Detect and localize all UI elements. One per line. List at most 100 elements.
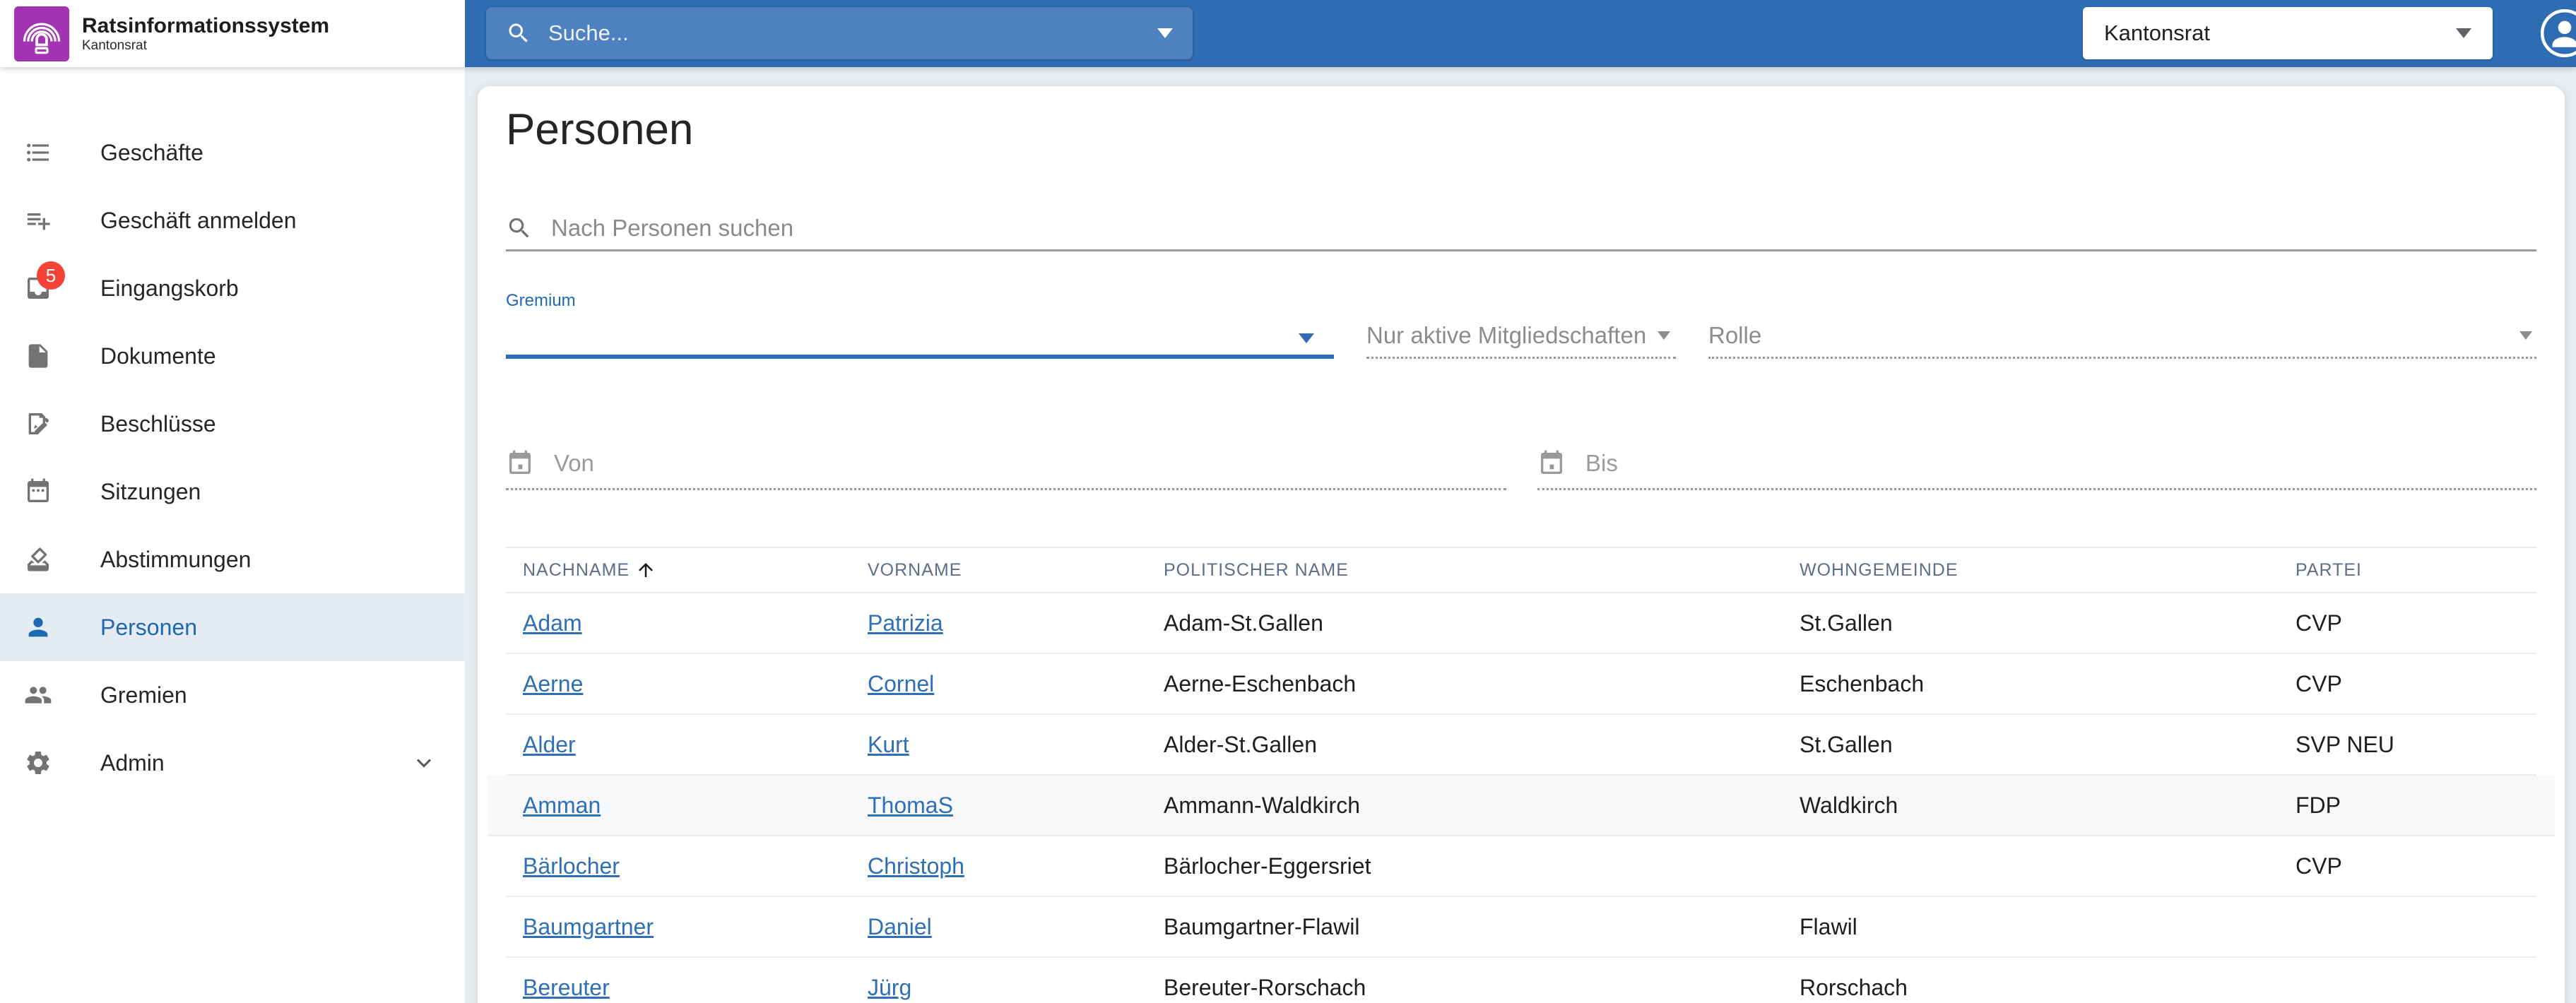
person-search-field[interactable]: [506, 206, 2536, 251]
person-firstname-link[interactable]: Patrizia: [868, 610, 943, 636]
column-header-vorname[interactable]: VORNAME: [851, 560, 1147, 581]
municipality-cell: Flawil: [1783, 914, 2279, 940]
person-firstname-link[interactable]: Kurt: [868, 732, 909, 757]
user-avatar[interactable]: [2539, 8, 2576, 59]
table-row-highlighted: Amman ThomaS Ammann-Waldkirch Waldkirch …: [488, 776, 2555, 836]
sidebar-item-dokumente[interactable]: Dokumente: [0, 322, 465, 390]
list-icon: [24, 138, 52, 167]
date-to-input[interactable]: [1584, 449, 2536, 477]
global-search[interactable]: [486, 7, 1193, 59]
search-icon: [506, 20, 531, 46]
table-header-row: NACHNAME VORNAME POLITISCHER NAME WOHNGE…: [506, 547, 2536, 593]
sidebar-item-personen[interactable]: Personen: [0, 593, 465, 661]
table-row: Bärlocher Christoph Bärlocher-Eggersriet…: [506, 836, 2536, 897]
political-name-cell: Alder-St.Gallen: [1147, 732, 1783, 758]
person-search-input[interactable]: [550, 214, 2536, 242]
active-memberships-select[interactable]: Nur aktive Mitgliedschaften: [1366, 314, 1676, 359]
municipality-cell: Waldkirch: [1783, 793, 2279, 819]
sidebar-item-label: Geschäft anmelden: [100, 208, 297, 234]
document-icon: [24, 342, 52, 370]
decision-note-icon: [24, 410, 52, 438]
gremium-select[interactable]: [506, 318, 1334, 359]
sidebar-item-abstimmungen[interactable]: Abstimmungen: [0, 526, 465, 593]
main-content-card: Personen Gremium Nur aktive Mitgliedscha…: [478, 86, 2565, 1003]
sidebar-item-sitzungen[interactable]: Sitzungen: [0, 458, 465, 526]
search-icon: [506, 215, 533, 242]
sidebar-item-beschluesse[interactable]: Beschlüsse: [0, 390, 465, 458]
council-context-select[interactable]: Kantonsrat: [2083, 7, 2493, 59]
sidebar-item-label: Sitzungen: [100, 479, 201, 505]
sidebar-item-geschaefte[interactable]: Geschäfte: [0, 119, 465, 186]
search-scope-caret-icon[interactable]: [1157, 28, 1173, 38]
sidebar-item-label: Personen: [100, 615, 197, 641]
sidebar-item-label: Abstimmungen: [100, 547, 251, 573]
sidebar-item-admin[interactable]: Admin: [0, 729, 465, 797]
date-from-field[interactable]: [506, 438, 1506, 490]
column-header-politischer-name[interactable]: POLITISCHER NAME: [1147, 560, 1783, 581]
sort-ascending-icon: [635, 559, 656, 581]
person-lastname-link[interactable]: Adam: [523, 610, 582, 636]
chevron-down-icon: [1299, 333, 1314, 343]
sidebar-item-gremien[interactable]: Gremien: [0, 661, 465, 729]
person-lastname-link[interactable]: Aerne: [523, 671, 583, 696]
person-firstname-link[interactable]: Cornel: [868, 671, 934, 696]
ballot-icon: [24, 545, 52, 574]
party-cell: CVP: [2279, 610, 2536, 636]
person-icon: [24, 613, 52, 641]
column-header-nachname[interactable]: NACHNAME: [506, 559, 851, 581]
inbox-count-badge: 5: [37, 261, 65, 290]
person-lastname-link[interactable]: Bereuter: [523, 975, 610, 1000]
municipality-cell: St.Gallen: [1783, 732, 2279, 758]
table-row: Alder Kurt Alder-St.Gallen St.Gallen SVP…: [506, 715, 2536, 776]
chevron-down-icon: [2519, 331, 2532, 340]
person-firstname-link[interactable]: Christoph: [868, 853, 964, 879]
party-cell: FDP: [2279, 793, 2536, 819]
political-name-cell: Bereuter-Rorschach: [1147, 975, 1783, 1001]
group-icon: [24, 681, 52, 709]
date-from-input[interactable]: [553, 449, 1506, 477]
sidebar-item-label: Beschlüsse: [100, 411, 216, 437]
rolle-select[interactable]: Rolle: [1708, 314, 2536, 359]
active-memberships-label: Nur aktive Mitgliedschaften: [1366, 322, 1646, 349]
council-context-value: Kantonsrat: [2104, 20, 2210, 46]
chevron-down-icon: [2456, 28, 2471, 38]
municipality-cell: Rorschach: [1783, 975, 2279, 1001]
person-firstname-link[interactable]: Jürg: [868, 975, 911, 1000]
gremium-label: Gremium: [506, 291, 576, 311]
app-subtitle: Kantonsrat: [82, 38, 329, 54]
column-header-wohngemeinde[interactable]: WOHNGEMEINDE: [1783, 560, 2279, 581]
person-lastname-link[interactable]: Bärlocher: [523, 853, 620, 879]
party-cell: CVP: [2279, 671, 2536, 697]
person-lastname-link[interactable]: Amman: [523, 793, 601, 818]
parliament-logo-icon: [14, 6, 69, 61]
sidebar-item-eingangskorb[interactable]: 5 Eingangskorb: [0, 254, 465, 322]
person-lastname-link[interactable]: Alder: [523, 732, 576, 757]
person-firstname-link[interactable]: ThomaS: [868, 793, 953, 818]
sidebar: Geschäfte Geschäft anmelden 5 Eingangsko…: [0, 67, 465, 1003]
global-search-input[interactable]: [547, 20, 1157, 47]
column-header-partei[interactable]: PARTEI: [2279, 560, 2536, 581]
chevron-down-icon[interactable]: [411, 750, 437, 776]
brand-text: Ratsinformationssystem Kantonsrat: [82, 14, 329, 54]
party-cell: SVP NEU: [2279, 732, 2536, 758]
sidebar-item-geschaeft-anmelden[interactable]: Geschäft anmelden: [0, 186, 465, 254]
person-firstname-link[interactable]: Daniel: [868, 914, 932, 939]
app-root: Ratsinformationssystem Kantonsrat Kanton…: [0, 0, 2576, 1003]
table-row: Adam Patrizia Adam-St.Gallen St.Gallen C…: [506, 593, 2536, 654]
political-name-cell: Ammann-Waldkirch: [1147, 793, 1783, 819]
person-lastname-link[interactable]: Baumgartner: [523, 914, 654, 939]
sidebar-item-label: Admin: [100, 750, 165, 776]
calendar-icon: [1537, 449, 1566, 477]
persons-table: NACHNAME VORNAME POLITISCHER NAME WOHNGE…: [506, 547, 2536, 1003]
date-to-field[interactable]: [1537, 438, 2536, 490]
sidebar-item-label: Gremien: [100, 682, 187, 708]
municipality-cell: St.Gallen: [1783, 610, 2279, 636]
political-name-cell: Aerne-Eschenbach: [1147, 671, 1783, 697]
sidebar-item-label: Dokumente: [100, 343, 216, 369]
inbox-icon: 5: [24, 274, 52, 302]
political-name-cell: Baumgartner-Flawil: [1147, 914, 1783, 940]
rolle-label: Rolle: [1708, 322, 1761, 349]
table-row: Bereuter Jürg Bereuter-Rorschach Rorscha…: [506, 958, 2536, 1003]
political-name-cell: Bärlocher-Eggersriet: [1147, 853, 1783, 879]
table-row: Baumgartner Daniel Baumgartner-Flawil Fl…: [506, 897, 2536, 958]
